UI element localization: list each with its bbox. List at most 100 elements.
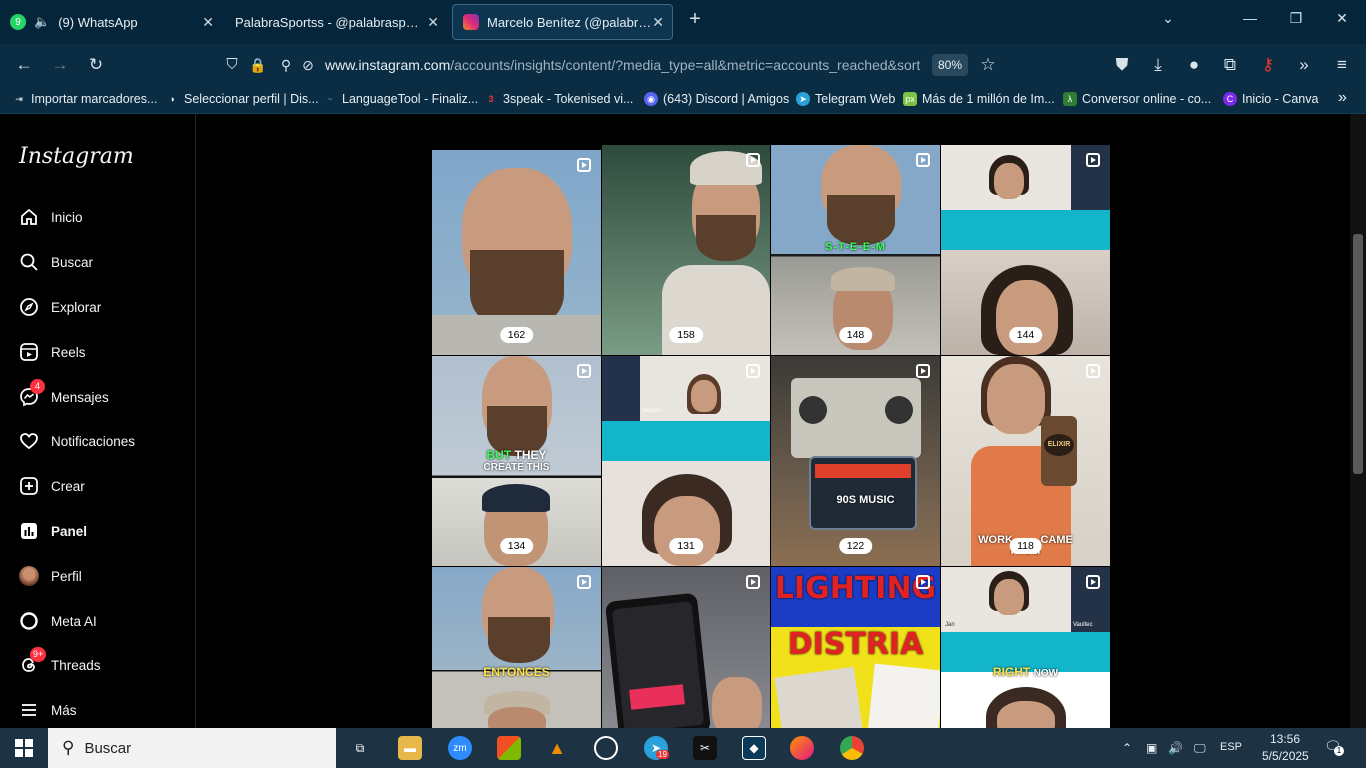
post-thumbnail[interactable]: LIGHTING DISTRIA: [771, 567, 940, 728]
key-icon[interactable]: ⚷: [1258, 55, 1278, 75]
scrollbar-thumb[interactable]: [1353, 234, 1363, 474]
back-icon[interactable]: ←: [14, 55, 34, 75]
bookmarks-overflow-icon[interactable]: »: [1338, 89, 1347, 107]
chevron-up-icon[interactable]: ⌃: [1122, 741, 1132, 755]
nav-threads[interactable]: 9+ Threads: [18, 647, 101, 678]
shield-icon[interactable]: ⛉: [222, 55, 242, 75]
overflow-icon[interactable]: »: [1294, 55, 1314, 75]
reload-icon[interactable]: ↻: [86, 55, 106, 75]
taskbar-search[interactable]: ⚲ Buscar: [48, 728, 336, 768]
reel-icon: [1086, 575, 1100, 589]
nav-mensajes[interactable]: 4 Mensajes: [18, 379, 109, 410]
bookmark-star-icon[interactable]: ☆: [978, 55, 998, 75]
telegram-icon[interactable]: ➤ 19: [644, 736, 669, 760]
bookmark-label: LanguageTool - Finaliz...: [342, 92, 479, 106]
post-thumbnail[interactable]: Vaultec 131: [602, 356, 770, 566]
post-thumbnail[interactable]: Jan Vaultec RIGHT NOW: [941, 567, 1110, 728]
instagram-page: Instagram Inicio Buscar Explorar Reels 4…: [0, 114, 1366, 728]
cup-logo: ELIXIR: [1044, 434, 1074, 456]
close-icon[interactable]: ✕: [427, 14, 439, 31]
reach-count: 131: [669, 538, 703, 554]
nav-crear[interactable]: Crear: [18, 473, 85, 499]
nav-explorar[interactable]: Explorar: [18, 294, 101, 320]
bookmark-item[interactable]: ⇥ Importar marcadores...: [12, 92, 157, 106]
tab-title: PalabraSportss - @palabrasportss |: [235, 14, 421, 30]
post-thumbnail[interactable]: ELIXIR WORK CAME FROM 118: [941, 356, 1110, 566]
file-explorer-icon[interactable]: ▬: [398, 736, 422, 760]
notification-badge: 4: [30, 379, 45, 394]
minimize-icon[interactable]: —: [1240, 10, 1260, 26]
tab-instagram[interactable]: Marcelo Benítez (@palabr4ss) • ✕: [452, 4, 673, 40]
nav-buscar[interactable]: Buscar: [18, 249, 93, 275]
nav-reels[interactable]: Reels: [18, 339, 86, 365]
chrome-icon[interactable]: [840, 736, 864, 760]
firefox-icon[interactable]: [790, 736, 814, 760]
restore-icon[interactable]: ❐: [1286, 10, 1306, 27]
nav-mas[interactable]: Más: [18, 697, 77, 723]
close-icon[interactable]: ✕: [202, 14, 214, 31]
lock-icon[interactable]: 🔒: [248, 55, 268, 75]
nav-panel[interactable]: Panel: [18, 518, 87, 544]
language-indicator[interactable]: ESP: [1220, 741, 1242, 753]
post-thumbnail[interactable]: S-T-E-E-M 148: [771, 145, 940, 355]
nav-inicio[interactable]: Inicio: [18, 204, 83, 230]
post-thumbnail[interactable]: 144: [941, 145, 1110, 355]
bookmark-item[interactable]: ~ LanguageTool - Finaliz...: [323, 92, 478, 106]
bookmark-item[interactable]: C Inicio - Canva: [1223, 92, 1318, 106]
task-view-icon[interactable]: ⧉: [348, 736, 372, 760]
network-icon[interactable]: 🖵: [1194, 741, 1206, 756]
speaker-icon[interactable]: 🔈: [34, 14, 50, 30]
bookmarks-bar: ⇥ Importar marcadores... ◑ Seleccionar per…: [0, 86, 1366, 114]
extension-icon[interactable]: ●: [1184, 55, 1204, 75]
store-icon[interactable]: [497, 736, 521, 760]
close-icon[interactable]: ✕: [652, 14, 664, 31]
bookmark-item[interactable]: λ Conversor online - co...: [1063, 92, 1211, 106]
download-icon[interactable]: ⤓: [1148, 55, 1168, 75]
post-thumbnail[interactable]: 90S MUSIC 122: [771, 356, 940, 566]
vlc-icon[interactable]: ▲: [545, 736, 569, 760]
chevron-down-icon[interactable]: ⌄: [1158, 10, 1178, 27]
nav-perfil[interactable]: Perfil: [18, 563, 82, 589]
obs-icon[interactable]: [594, 736, 618, 760]
clock[interactable]: 13:56 5/5/2025: [1262, 732, 1309, 763]
tab-whatsapp[interactable]: 9 🔈 (9) WhatsApp ✕: [0, 4, 222, 40]
post-caption: LIGHTING: [774, 571, 937, 606]
nav-meta-ai[interactable]: Meta AI: [18, 608, 97, 634]
post-thumbnail[interactable]: 158: [602, 145, 770, 355]
permissions-icon[interactable]: ⚲: [276, 55, 296, 75]
bookmark-item[interactable]: ◉ (643) Discord | Amigos: [644, 92, 789, 106]
nav-label: Crear: [51, 478, 85, 494]
new-tab-icon[interactable]: +: [685, 8, 705, 31]
url-bar[interactable]: ⛉ 🔒 ⚲ ⊘ www.instagram.com/accounts/insig…: [214, 50, 996, 80]
page-scrollbar[interactable]: [1350, 114, 1366, 728]
capcut-icon[interactable]: ✂: [693, 736, 717, 760]
zoom-level[interactable]: 80%: [932, 54, 968, 76]
volume-icon[interactable]: 🔊: [1168, 741, 1183, 755]
post-thumbnail[interactable]: BUT THEY CREATE THIS 134: [432, 356, 601, 566]
post-thumbnail[interactable]: ENTONCES: [432, 567, 601, 728]
nav-label: Buscar: [51, 254, 94, 270]
instagram-logo[interactable]: Instagram: [19, 144, 134, 169]
camera-off-icon[interactable]: ⊘: [298, 55, 318, 75]
extensions-icon[interactable]: ⧉: [1220, 55, 1240, 75]
post-thumbnail[interactable]: [602, 567, 770, 728]
notifications-icon[interactable]: 🗨 1: [1324, 738, 1344, 756]
forward-icon[interactable]: →: [50, 55, 70, 75]
url-text[interactable]: www.instagram.com/accounts/insights/cont…: [325, 57, 921, 73]
tab-palabrasportss[interactable]: PalabraSportss - @palabrasportss | ✕: [225, 4, 447, 40]
nav-notificaciones[interactable]: Notificaciones: [18, 428, 135, 454]
bookmark-item[interactable]: ➤ Telegram Web: [796, 92, 895, 106]
bookmark-item[interactable]: 3 3speak - Tokenised vi...: [484, 92, 633, 106]
zoom-app-icon[interactable]: zm: [448, 736, 472, 760]
bookmark-item[interactable]: px Más de 1 millón de Im...: [903, 92, 1055, 106]
pocket-icon[interactable]: ⛊: [1112, 55, 1132, 75]
telegram-badge: 19: [656, 750, 669, 759]
post-thumbnail[interactable]: 162: [432, 150, 601, 355]
camera-icon[interactable]: ▣: [1146, 741, 1157, 755]
close-window-icon[interactable]: ✕: [1332, 10, 1352, 27]
bookmark-item[interactable]: ◑ Seleccionar perfil | Dis...: [165, 92, 318, 106]
plus-square-icon: [18, 475, 40, 497]
windows-start-icon[interactable]: [12, 736, 36, 760]
app-icon[interactable]: ◆: [742, 736, 766, 760]
menu-icon[interactable]: ≡: [1332, 55, 1352, 75]
